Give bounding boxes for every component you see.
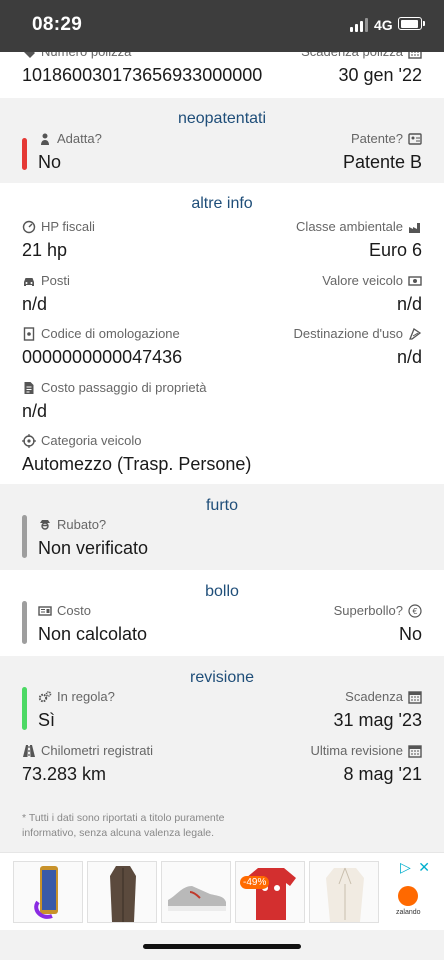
svg-text:€: € — [412, 607, 417, 616]
hp-value: 21 hp — [22, 240, 68, 260]
costo-passaggio-value: n/d — [22, 401, 48, 421]
thief-icon — [38, 518, 52, 532]
ad-banner[interactable]: -49% ▷ ✕ zalando — [0, 852, 444, 930]
patente-value: Patente B — [342, 152, 422, 172]
ultima-revisione-value: 8 mag '21 — [343, 764, 423, 784]
factory-icon — [408, 220, 422, 234]
crosshair-icon — [22, 434, 36, 448]
costo-passaggio-label: Costo passaggio di proprietà — [41, 380, 207, 395]
money-icon — [408, 274, 422, 288]
ad-product-coat[interactable] — [87, 861, 157, 923]
revisione-scadenza-value: 31 mag '23 — [333, 710, 423, 730]
ad-product-sneaker[interactable] — [161, 861, 231, 923]
home-indicator[interactable] — [143, 944, 301, 949]
id-card-icon — [408, 132, 422, 146]
superbollo-label: Superbollo? — [333, 603, 403, 618]
rubato-value: Non verificato — [38, 538, 149, 558]
adchoices-icon[interactable]: ▷ — [400, 859, 411, 875]
in-regola-label: In regola? — [57, 689, 115, 704]
euro-icon: € — [408, 604, 422, 618]
ultima-revisione-label: Ultima revisione — [310, 743, 403, 758]
battery-icon — [398, 17, 425, 30]
hp-label: HP fiscali — [41, 219, 95, 234]
chilometri-label: Chilometri registrati — [41, 743, 153, 758]
calendar-icon — [408, 744, 422, 758]
swatch-icon — [408, 327, 422, 341]
policy-number-value: 101860030173656933000000 — [22, 65, 263, 85]
furto-status-bar — [22, 515, 27, 558]
revisione-section: revisione In regola? Sì Scadenza 31 mag … — [0, 656, 444, 856]
classe-ambientale-value: Euro 6 — [368, 240, 422, 260]
revisione-scadenza-label: Scadenza — [345, 689, 403, 704]
brand-name: zalando — [396, 909, 421, 916]
bollo-status-bar — [22, 601, 27, 644]
document-icon — [22, 327, 36, 341]
valore-veicolo-value: n/d — [396, 294, 422, 314]
close-icon[interactable]: ✕ — [418, 859, 430, 875]
patente-label: Patente? — [350, 131, 403, 146]
posti-label: Posti — [41, 273, 70, 288]
cogs-icon — [38, 690, 52, 704]
network-type: 4G — [374, 17, 393, 33]
categoria-veicolo-label: Categoria veicolo — [41, 433, 142, 448]
discount-badge: -49% — [240, 876, 270, 889]
omologazione-label: Codice di omologazione — [41, 326, 180, 341]
receipt-icon — [38, 604, 52, 618]
neopatentati-status-bar — [22, 138, 27, 170]
baby-icon — [38, 132, 52, 146]
ad-product-phone-case[interactable] — [13, 861, 83, 923]
car-icon — [22, 274, 36, 288]
policy-expiry-value: 30 gen '22 — [338, 65, 422, 85]
in-regola-value: Sì — [38, 710, 56, 730]
status-bar: 08:29 4G — [0, 0, 444, 52]
superbollo-value: No — [398, 624, 422, 644]
zalando-logo-icon — [398, 886, 418, 906]
destinazione-uso-value: n/d — [396, 347, 422, 367]
ad-controls[interactable]: ▷ ✕ — [400, 859, 430, 877]
ad-product-blazer[interactable] — [309, 861, 379, 923]
ad-product-sweater[interactable]: -49% — [235, 861, 305, 923]
rubato-label: Rubato? — [57, 517, 107, 532]
categoria-veicolo-value: Automezzo (Trasp. Persone) — [22, 454, 252, 474]
calendar-icon — [408, 690, 422, 704]
omologazione-value: 0000000000047436 — [22, 347, 183, 367]
file-invoice-icon — [22, 381, 36, 395]
vehicle-details: Numero polizza 101860030173656933000000 … — [0, 0, 444, 856]
valore-veicolo-label: Valore veicolo — [322, 273, 403, 288]
classe-ambientale-label: Classe ambientale — [296, 219, 403, 234]
bollo-section: bollo Costo Non calcolato Superbollo? € N… — [0, 570, 444, 656]
disclaimer: * Tutti i dati sono riportati a titolo p… — [22, 812, 225, 839]
bollo-costo-value: Non calcolato — [38, 624, 148, 644]
gauge-icon — [22, 220, 36, 234]
revisione-status-bar — [22, 687, 27, 730]
neopatentati-adatta-value: No — [38, 152, 62, 172]
signal-icon — [350, 18, 370, 32]
status-time: 08:29 — [32, 14, 83, 35]
chilometri-value: 73.283 km — [22, 764, 107, 784]
road-icon — [22, 744, 36, 758]
neopatentati-section: neopatentati Adatta? No Patente? Patente… — [0, 98, 444, 183]
altre-info-section: altre info HP fiscali 21 hp Classe ambie… — [0, 183, 444, 484]
altre-info-title: altre info — [191, 195, 253, 212]
neopatentati-adatta-label: Adatta? — [57, 131, 102, 146]
destinazione-uso-label: Destinazione d'uso — [293, 326, 403, 341]
posti-value: n/d — [22, 294, 48, 314]
furto-section: furto Rubato? Non verificato — [0, 484, 444, 570]
bollo-costo-label: Costo — [57, 603, 91, 618]
